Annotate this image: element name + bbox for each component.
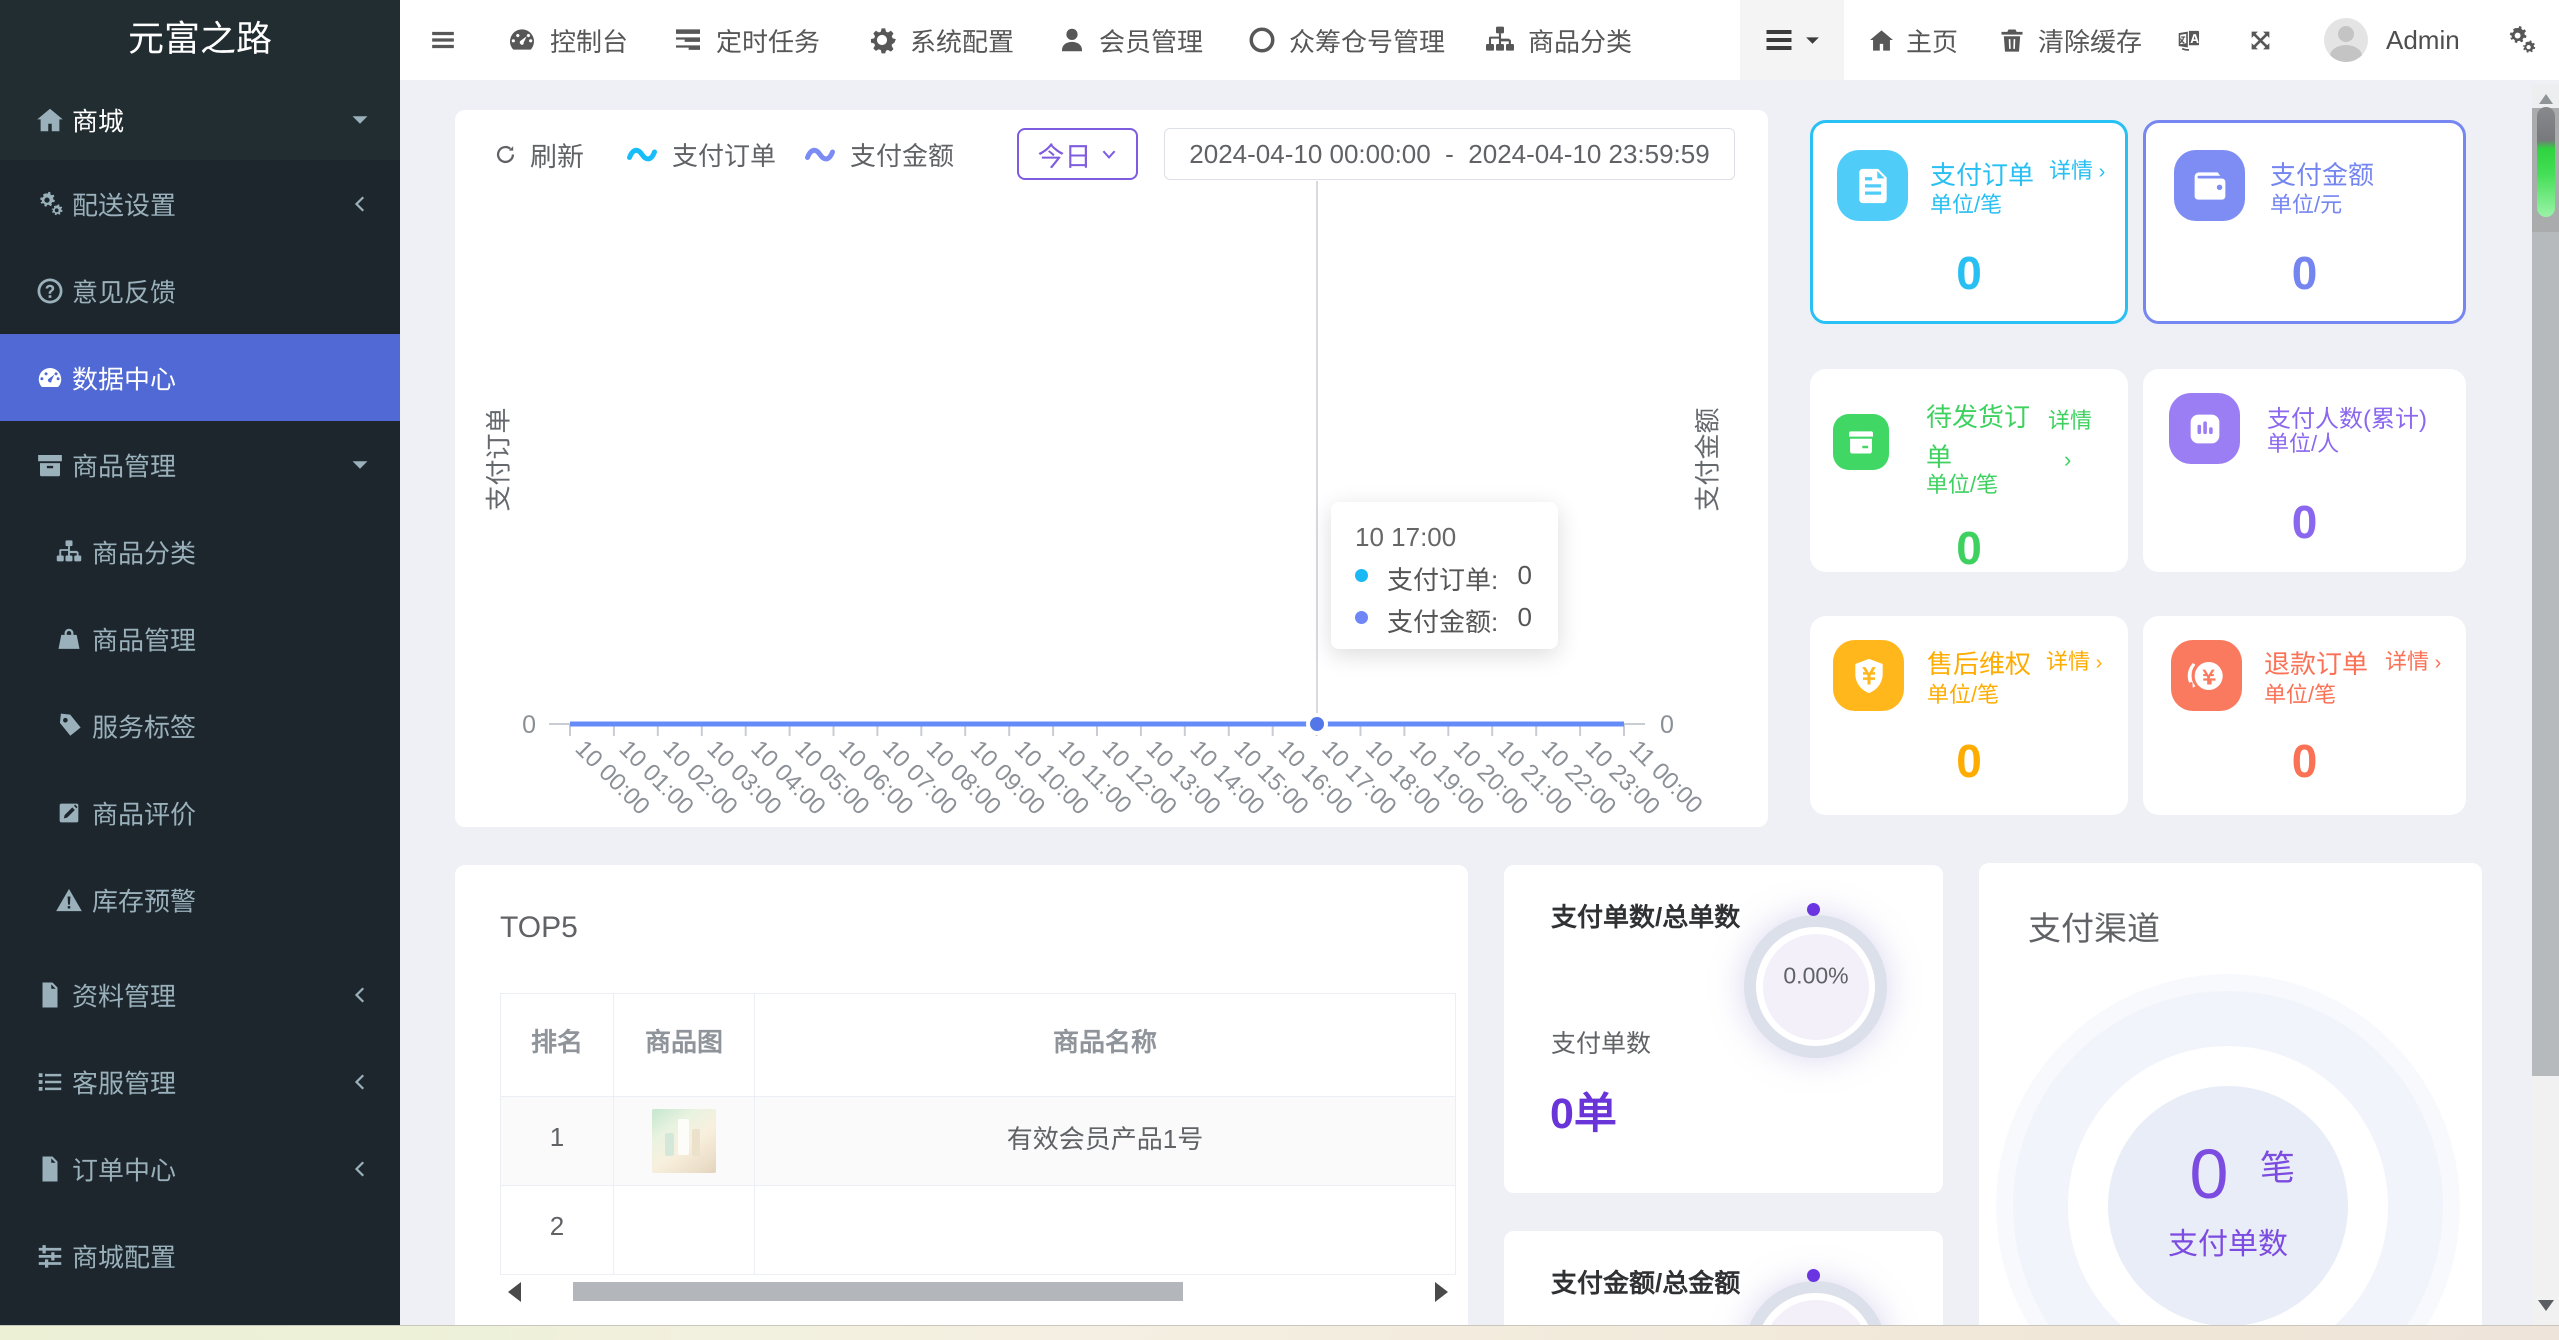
- svg-text:0: 0: [1660, 711, 1674, 739]
- svg-text:0: 0: [522, 711, 536, 739]
